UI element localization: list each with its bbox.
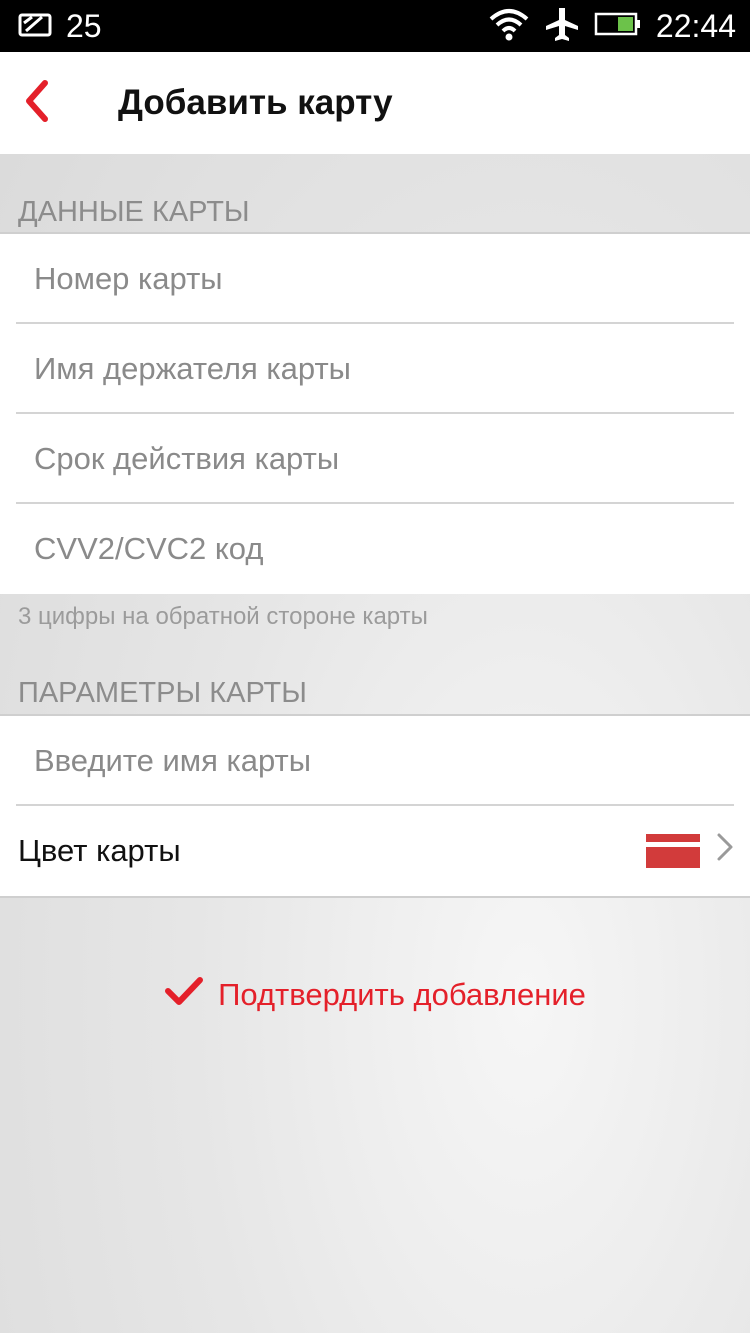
status-bar: 25 22:44 [0,0,750,52]
wifi-icon [488,7,530,46]
card-params-group: Введите имя карты Цвет карты [0,716,750,898]
clock: 22:44 [655,7,736,44]
card-name-placeholder: Введите имя карты [34,743,312,778]
back-button[interactable] [6,73,66,133]
cardholder-name-placeholder: Имя держателя карты [34,351,351,386]
card-number-placeholder: Номер карты [34,261,223,296]
chevron-right-icon [716,832,734,870]
divider [16,804,734,806]
cvv-placeholder: CVV2/CVC2 код [34,531,264,566]
confirm-add-button[interactable]: Подтвердить добавление [0,960,750,1030]
confirm-add-label: Подтвердить добавление [218,977,586,1012]
notification-icon [18,11,52,42]
checkmark-icon [164,975,204,1015]
airplane-icon [544,6,580,47]
card-number-field[interactable]: Номер карты [0,234,750,324]
cardholder-name-field[interactable]: Имя держателя карты [0,324,750,414]
page-title: Добавить карту [118,83,393,122]
expiry-date-placeholder: Срок действия карты [34,441,340,476]
card-color-label: Цвет карты [18,833,181,868]
battery-icon [594,11,642,42]
expiry-date-field[interactable]: Срок действия карты [0,414,750,504]
cvv-hint: 3 цифры на обратной стороне карты [18,603,428,630]
section-header-card-params: ПАРАМЕТРЫ КАРТЫ [0,670,750,716]
chevron-left-icon [21,79,51,128]
card-data-group: Номер карты Имя держателя карты Срок дей… [0,234,750,594]
section-header-card-data: ДАННЫЕ КАРТЫ [0,190,750,234]
card-color-swatch [646,834,700,868]
cvv-field[interactable]: CVV2/CVC2 код [0,504,750,594]
app-header: Добавить карту [0,52,750,154]
card-color-row[interactable]: Цвет карты [0,806,750,896]
card-name-field[interactable]: Введите имя карты [0,716,750,806]
notification-count: 25 [66,7,102,44]
